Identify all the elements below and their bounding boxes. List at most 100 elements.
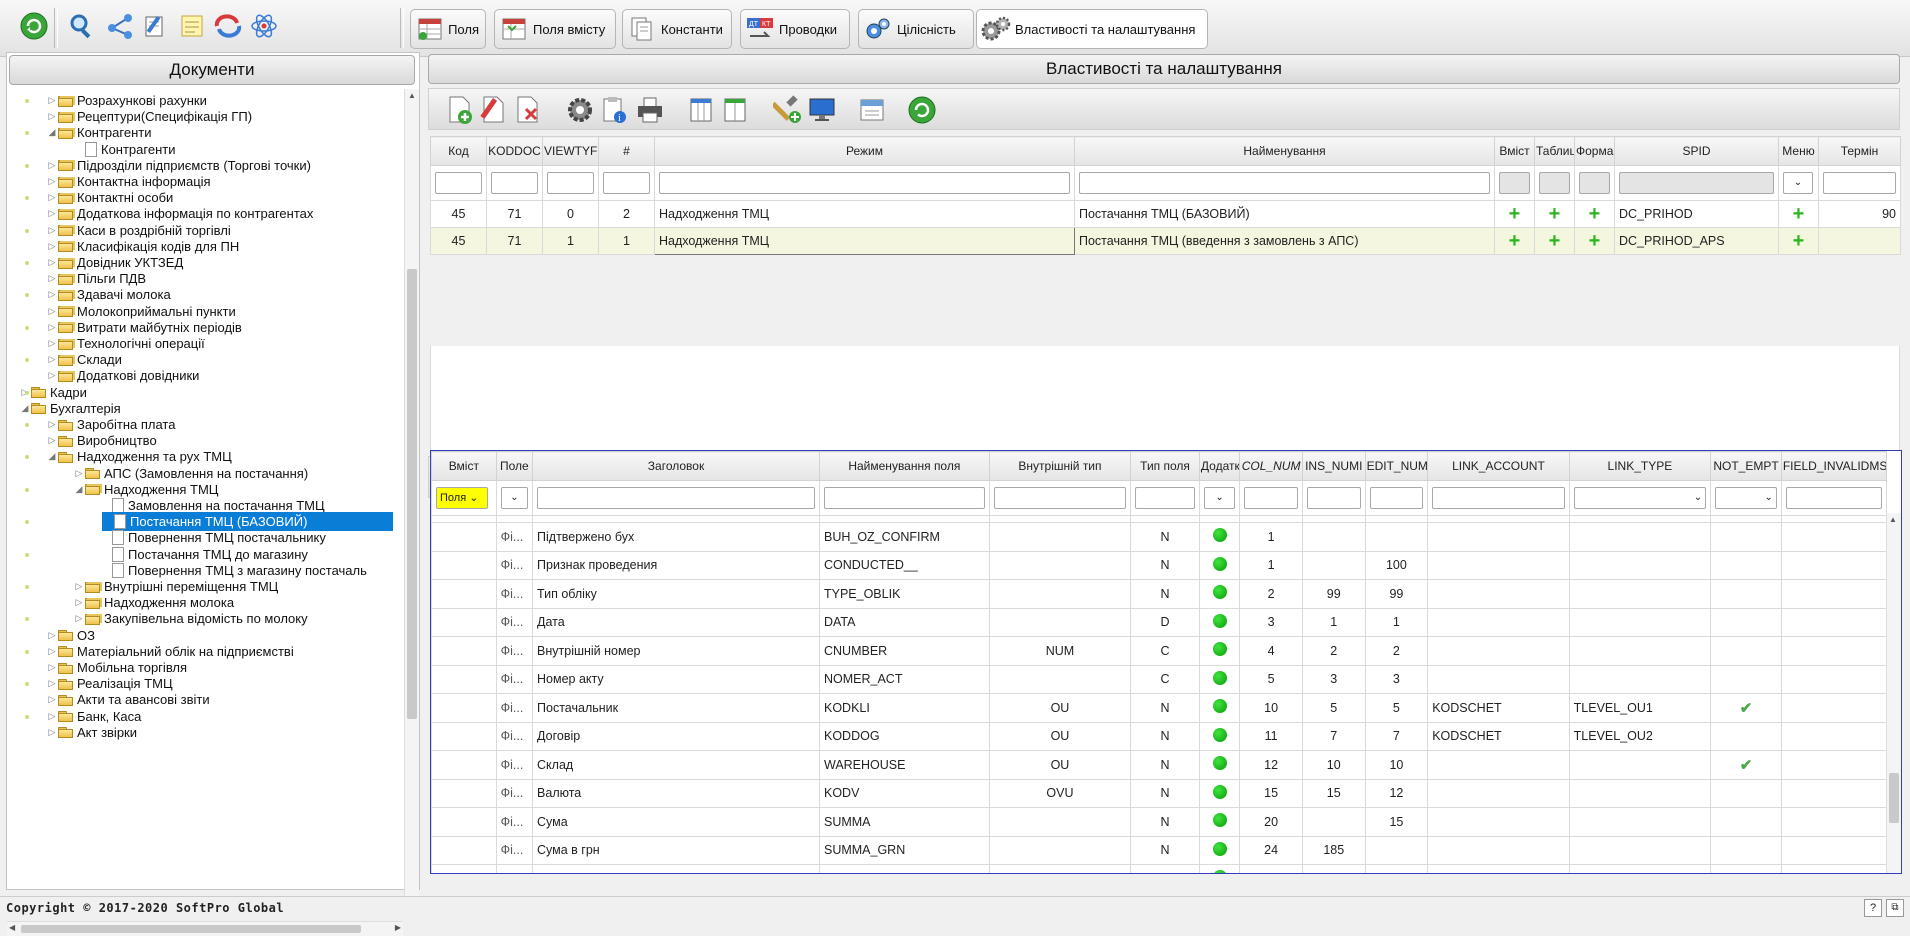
table-row[interactable]: Фі... Номер акту NOMER_ACT C 5 3 3 — [431, 664, 1888, 694]
table-cell[interactable] — [1710, 550, 1782, 580]
table-cell[interactable]: Фі... — [495, 522, 534, 552]
collapsed-arrow-icon[interactable]: ▷ — [46, 646, 58, 657]
table-cell[interactable] — [1301, 522, 1366, 552]
collapsed-arrow-icon[interactable]: ▷ — [73, 581, 85, 592]
refresh-icon[interactable] — [905, 93, 939, 127]
table-cell[interactable] — [1427, 664, 1570, 694]
table-cell[interactable] — [1568, 750, 1712, 780]
table-cell[interactable]: 1 — [1301, 607, 1366, 637]
table-cell[interactable]: N — [1130, 750, 1200, 780]
table-cell[interactable]: 1 — [1239, 522, 1303, 552]
table-cell[interactable]: 1 — [542, 227, 599, 255]
tree-horizontal-scrollbar[interactable]: ◀ ▶ — [7, 921, 403, 936]
table-cell[interactable]: N — [1130, 550, 1200, 580]
table-cell[interactable] — [1198, 778, 1241, 808]
table-cell[interactable]: Фі... — [495, 721, 534, 751]
table-cell[interactable]: KODDOG — [818, 721, 990, 751]
filter-input[interactable] — [823, 487, 985, 509]
table-row[interactable]: Фі... Склад WAREHOUSE OU N 12 10 10 ✔ — [431, 750, 1888, 780]
table-row[interactable]: Фі... Признак проведения CONDUCTED__ N 1 100 — [431, 550, 1888, 580]
table-cell[interactable] — [1780, 607, 1888, 637]
column-header[interactable]: NOT_EMPT — [1710, 451, 1782, 481]
scrollbar-thumb[interactable] — [1889, 773, 1899, 823]
table-cell[interactable]: + — [1778, 227, 1819, 255]
filter-input[interactable] — [547, 172, 594, 194]
tree-node[interactable]: ▷ Закупівельна відомість по молоку — [73, 609, 308, 628]
scroll-up-icon[interactable]: ▲ — [1889, 515, 1897, 524]
column-header[interactable]: Форма — [1574, 136, 1615, 166]
collapsed-arrow-icon[interactable]: ▷ — [46, 694, 58, 705]
table-cell[interactable]: 99 — [1301, 579, 1366, 609]
table-cell[interactable]: BUH_OZ_CONFIRM — [818, 522, 990, 552]
table-cell[interactable] — [1780, 835, 1888, 865]
expanded-arrow-icon[interactable]: ◢ — [46, 451, 58, 462]
table-cell[interactable] — [1568, 807, 1712, 837]
database-export-icon[interactable] — [855, 93, 889, 127]
table-cell[interactable]: 25 — [1239, 864, 1303, 873]
table-cell[interactable] — [1198, 835, 1241, 865]
table-cell[interactable]: + — [1534, 227, 1575, 255]
table-cell[interactable]: 2 — [1239, 579, 1303, 609]
collapsed-arrow-icon[interactable]: ▷ — [46, 95, 58, 106]
add-plus-icon[interactable]: + — [1793, 230, 1805, 252]
collapsed-arrow-icon[interactable]: ▷ — [46, 176, 58, 187]
table-cell[interactable]: 5 — [1364, 693, 1429, 723]
table-cell[interactable] — [1198, 864, 1241, 873]
table-row[interactable]: Фі... Дата DATA D 3 1 1 — [431, 607, 1888, 637]
table-cell[interactable]: N — [1130, 778, 1200, 808]
table-cell[interactable]: 12 — [1364, 778, 1429, 808]
table-cell[interactable]: Постачання ТМЦ (БАЗОВИЙ) — [1074, 200, 1495, 228]
expanded-arrow-icon[interactable]: ◢ — [46, 127, 58, 138]
filter-dropdown[interactable]: ⌄ — [1203, 487, 1236, 509]
tab-content-fields[interactable]: Поля вмісту — [494, 9, 616, 49]
table-cell[interactable] — [431, 550, 497, 580]
table-cell[interactable] — [431, 693, 497, 723]
table-cell[interactable] — [1710, 636, 1782, 666]
table-cell[interactable]: Фі... — [495, 664, 534, 694]
collapsed-arrow-icon[interactable]: ▷ — [46, 225, 58, 236]
collapsed-arrow-icon[interactable]: ▷ — [46, 306, 58, 317]
table-cell[interactable] — [1364, 835, 1429, 865]
table-row[interactable]: Фі... Внутрішній номер CNUMBER NUM C 4 2 2 — [431, 636, 1888, 666]
table-cell[interactable] — [431, 607, 497, 637]
column-header[interactable]: Термін — [1818, 136, 1901, 166]
table-cell[interactable]: Підтвержено бух — [532, 522, 820, 552]
table-row[interactable]: Фі... Постачальник KODKLI OU N 10 5 5 KODSCHET TL… — [431, 693, 1888, 723]
column-header[interactable]: Найменування — [1074, 136, 1495, 166]
table-row[interactable]: 45 71 0 2 Надходження ТМЦ Постачання ТМЦ (БАЗ… — [430, 200, 1901, 228]
table-cell[interactable] — [1568, 636, 1712, 666]
table-cell[interactable]: ✔ — [1710, 693, 1782, 723]
column-header[interactable]: Меню — [1778, 136, 1819, 166]
table-cell[interactable]: 15 — [1301, 778, 1366, 808]
table-cell[interactable] — [431, 750, 497, 780]
table-cell[interactable]: Валюта — [532, 778, 820, 808]
table-cell[interactable]: 1 — [598, 227, 655, 255]
table-cell[interactable]: Склад — [532, 750, 820, 780]
column-header[interactable]: Вміст — [1494, 136, 1535, 166]
expanded-arrow-icon[interactable]: ◢ — [19, 403, 31, 414]
table-cell[interactable] — [1301, 550, 1366, 580]
table-cell[interactable]: KODV — [818, 778, 990, 808]
table-cell[interactable] — [1780, 778, 1888, 808]
table-cell[interactable] — [988, 522, 1132, 552]
collapsed-arrow-icon[interactable]: ▷ — [73, 597, 85, 608]
table-cell[interactable] — [1710, 721, 1782, 751]
table-cell[interactable]: Тип обліку — [532, 579, 820, 609]
table-cell[interactable] — [1427, 750, 1570, 780]
table-cell[interactable] — [1780, 807, 1888, 837]
table-cell[interactable]: 3 — [1239, 607, 1303, 637]
tree-vertical-scrollbar[interactable]: ▲ ▼ — [404, 89, 419, 919]
filter-input[interactable] — [1432, 487, 1565, 509]
table-row[interactable]: Фі... Підтвержено бух BUH_OZ_CONFIRM N 1 — [431, 522, 1888, 552]
tab-properties-settings[interactable]: Властивості та налаштування — [976, 9, 1208, 49]
filter-input[interactable] — [603, 172, 650, 194]
table-cell[interactable]: 3 — [1301, 664, 1366, 694]
table-cell[interactable]: Фі... — [495, 778, 534, 808]
table-row[interactable]: Фі... Сума SUMMA N 20 15 — [431, 807, 1888, 837]
table-cell[interactable]: 100 — [1364, 550, 1429, 580]
table-cell[interactable] — [1710, 522, 1782, 552]
refresh-icon[interactable] — [18, 10, 50, 42]
collapsed-arrow-icon[interactable]: ▷ — [46, 678, 58, 689]
add-document-icon[interactable] — [443, 93, 477, 127]
table-cell[interactable]: 2 — [598, 200, 655, 228]
